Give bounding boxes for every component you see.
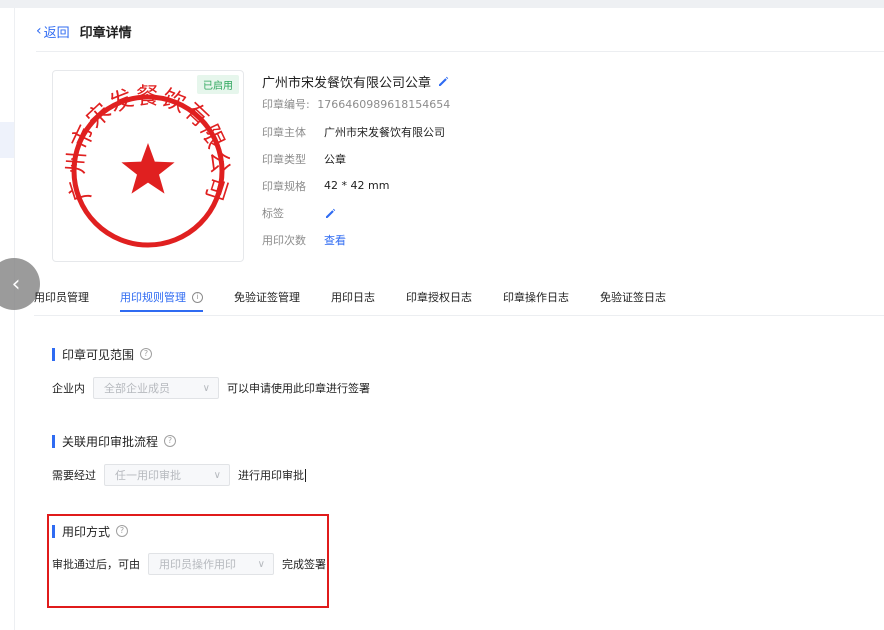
field-usage-count-label: 用印次数 [262,233,306,247]
tab-label: 用印员管理 [34,291,89,304]
tab-label: 用印日志 [331,291,375,304]
back-button[interactable]: ‹ 返回 [36,22,70,41]
tab-bar: 用印员管理 用印规则管理 i 免验证签管理 用印日志 印章授权日志 印章操作日志… [34,286,697,312]
seal-code-value: 1766460989618154654 [317,98,451,111]
section-visibility: 印章可见范围 ? 企业内 全部企业成员 ∨ 可以申请使用此印章进行签署 [52,345,370,400]
row-suffix: 进行用印审批 [238,469,304,482]
edit-tag-icon[interactable] [324,207,336,219]
tab-label: 印章授权日志 [406,291,472,304]
section-accent-bar [52,347,55,361]
field-subject: 印章主体 广州市宋发餐饮有限公司 [262,118,450,145]
tab-usage-log[interactable]: 用印日志 [331,286,375,308]
section-title: 印章可见范围 [62,347,135,362]
approval-select[interactable]: 任一用印审批 ∨ [104,464,230,486]
field-type-value: 公章 [324,152,346,166]
seal-code-label: 印章编号: [262,98,310,111]
back-label: 返回 [43,25,70,41]
info-icon[interactable]: i [192,291,203,303]
field-type-label: 印章类型 [262,152,306,166]
seal-preview-card: 广州市宋发餐饮有限公司 已启用 [52,70,244,262]
status-badge: 已启用 [197,75,239,94]
tab-operator-management[interactable]: 用印员管理 [34,286,89,308]
tab-label: 用印规则管理 [120,291,186,304]
tab-exempt-signing-management[interactable]: 免验证签管理 [234,286,300,308]
page-header: ‹ 返回 印章详情 [36,20,132,42]
field-subject-value: 广州市宋发餐饮有限公司 [324,125,445,139]
row-suffix: 可以申请使用此印章进行签署 [227,382,370,395]
tab-authorization-log[interactable]: 印章授权日志 [406,286,472,308]
row-prefix: 需要经过 [52,469,96,482]
seal-info: 广州市宋发餐饮有限公司公章 印章编号: 1766460989618154654 … [262,70,450,253]
text-cursor [305,468,306,482]
edit-name-icon[interactable] [437,75,449,87]
field-spec: 印章规格 42 * 42 mm [262,172,450,199]
help-icon[interactable]: ? [140,348,153,360]
view-usage-link[interactable]: 查看 [324,232,346,248]
header-divider [36,51,884,52]
tab-operation-log[interactable]: 印章操作日志 [503,286,569,308]
chevron-left-icon: ‹ [11,271,21,297]
chevron-down-icon: ∨ [202,382,210,394]
select-value: 任一用印审批 [115,469,181,482]
tab-label: 免验证签管理 [234,291,300,304]
page-title: 印章详情 [79,25,132,41]
section-title: 关联用印审批流程 [62,434,159,449]
seal-code: 印章编号: 1766460989618154654 [262,96,450,112]
top-bar [0,0,884,8]
seal-name: 广州市宋发餐饮有限公司公章 [262,75,432,91]
field-tag: 标签 [262,199,450,226]
tab-label: 印章操作日志 [503,291,569,304]
chevron-down-icon: ∨ [213,469,221,481]
field-type: 印章类型 公章 [262,145,450,172]
left-rail [0,8,15,630]
row-prefix: 企业内 [52,382,85,395]
field-tag-label: 标签 [262,206,284,220]
field-subject-label: 印章主体 [262,125,306,139]
visibility-select[interactable]: 全部企业成员 ∨ [93,377,219,399]
left-rail-active-item[interactable] [0,122,14,158]
seal-stamp-image: 广州市宋发餐饮有限公司 [63,84,232,248]
highlight-annotation-box [47,514,329,608]
section-approval: 关联用印审批流程 ? 需要经过 任一用印审批 ∨ 进行用印审批 [52,432,306,487]
tab-label: 免验证签日志 [600,291,666,304]
field-spec-value: 42 * 42 mm [324,179,390,192]
tab-usage-rules[interactable]: 用印规则管理 i [120,286,203,312]
chevron-left-icon: ‹ [36,23,42,39]
help-icon[interactable]: ? [164,435,177,447]
field-usage-count: 用印次数 查看 [262,226,450,253]
select-value: 全部企业成员 [104,382,170,395]
tabs-divider [34,315,884,316]
tab-exempt-signing-log[interactable]: 免验证签日志 [600,286,666,308]
field-spec-label: 印章规格 [262,179,306,193]
section-accent-bar [52,434,55,448]
